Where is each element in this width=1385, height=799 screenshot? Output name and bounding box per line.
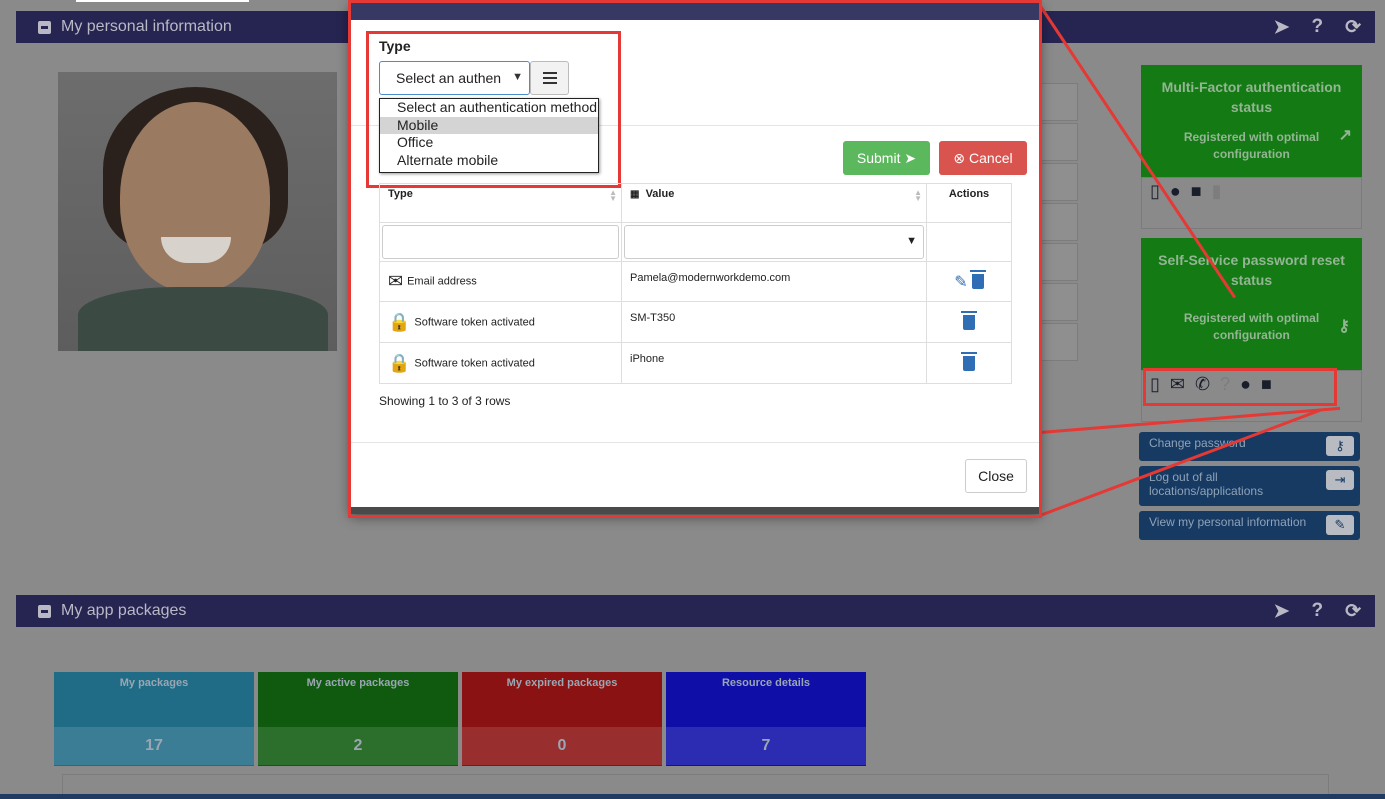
package-tile[interactable]: My expired packages 0: [462, 672, 662, 766]
col-header-value[interactable]: ▦ Value ▲ ▼: [621, 183, 927, 223]
sort-icon: ▲ ▼: [914, 188, 922, 203]
grid-icon: ▦: [630, 189, 640, 200]
help-icon[interactable]: ?: [1311, 16, 1323, 38]
chevron-down-icon: ▼: [906, 235, 917, 247]
email-icon: ✉: [388, 271, 404, 291]
sort-icon: ▲ ▼: [609, 188, 617, 203]
send-icon[interactable]: ➤: [1274, 600, 1290, 623]
edit-icon: ✎: [1326, 515, 1354, 535]
delete-icon[interactable]: [961, 351, 977, 371]
tile-value: 0: [462, 727, 662, 765]
form-field: [1040, 83, 1078, 121]
package-tile[interactable]: My packages 17: [54, 672, 254, 766]
collapse-icon[interactable]: [38, 20, 51, 34]
app-packages-panel-header[interactable]: My app packages ➤ ? ⟳: [16, 595, 1375, 627]
tile-label: My active packages: [306, 677, 410, 689]
chevron-down-icon: ▼: [512, 71, 523, 83]
dropdown-option[interactable]: Office: [380, 134, 598, 152]
tile-value: 2: [258, 727, 458, 765]
mfa-card-status: Registered with optimal configuration: [1183, 130, 1320, 161]
panel-title: My app packages: [61, 602, 187, 619]
profile-photo: [58, 72, 337, 351]
row-type: Software token activated: [414, 315, 535, 328]
usb-key-icon: ▮: [1211, 181, 1222, 201]
package-tile[interactable]: My active packages 2: [258, 672, 458, 766]
auth-methods-table: Type ▲ ▼ ▦ Value ▲ ▼ Actions ▼ ✉ Email addres…: [379, 183, 1012, 384]
refresh-icon[interactable]: ⟳: [1345, 600, 1361, 623]
cancel-circle-icon: ⊗: [953, 149, 966, 166]
sspr-icons-highlight: [1143, 368, 1337, 406]
auth-method-select[interactable]: Select an authen ▼: [379, 61, 530, 95]
form-field: [1040, 163, 1078, 201]
submit-button[interactable]: Submit ➤: [843, 141, 930, 175]
table-row: 🔒 Software token activated SM-T350: [379, 301, 1012, 343]
lock-icon: ■: [1190, 181, 1202, 201]
external-link-icon[interactable]: ↗: [1339, 125, 1352, 145]
form-field: [1040, 123, 1078, 161]
sspr-status-card[interactable]: Self-Service password reset status Regis…: [1141, 238, 1362, 370]
dropdown-option[interactable]: Alternate mobile: [380, 152, 598, 170]
sspr-card-title: Self-Service password reset status: [1158, 252, 1345, 288]
tile-value: 17: [54, 727, 254, 765]
list-icon: [542, 72, 557, 84]
close-button[interactable]: Close: [965, 459, 1027, 493]
row-value: SM-T350: [630, 312, 676, 324]
key-icon: ⚷: [1338, 318, 1350, 335]
sign-out-icon: ⇥: [1326, 470, 1354, 490]
mfa-card-title: Multi-Factor authentication status: [1161, 79, 1342, 115]
close-label: Close: [978, 468, 1014, 484]
help-icon[interactable]: ?: [1311, 600, 1323, 622]
edit-icon[interactable]: ✎: [954, 272, 967, 292]
auth-method-dropdown: Select an authentication method Mobile O…: [379, 98, 599, 173]
tile-label: My expired packages: [506, 677, 618, 689]
send-icon: ➤: [904, 149, 917, 166]
view-info-button[interactable]: View my personal information ✎: [1139, 511, 1360, 540]
form-field: [1040, 203, 1078, 241]
type-filter-input[interactable]: [382, 225, 619, 259]
token-lock-icon: 🔒: [388, 352, 411, 373]
form-field: [1040, 323, 1078, 361]
row-value: Pamela@modernworkdemo.com: [630, 272, 791, 284]
sspr-card-status: Registered with optimal configuration: [1183, 311, 1320, 342]
token-lock-icon: 🔒: [388, 311, 411, 332]
list-button[interactable]: [530, 61, 569, 95]
cancel-button[interactable]: ⊗ Cancel: [939, 141, 1027, 175]
row-value: iPhone: [630, 353, 665, 365]
package-tile[interactable]: Resource details 7: [666, 672, 866, 766]
dropdown-option[interactable]: Select an authentication method: [380, 99, 598, 117]
form-field: [1040, 283, 1078, 321]
tile-label: My packages: [119, 677, 189, 689]
type-label: Type: [379, 38, 411, 54]
row-type: Email address: [407, 275, 477, 288]
top-tab-strip: [76, 0, 249, 2]
refresh-icon[interactable]: ⟳: [1345, 16, 1361, 39]
send-icon[interactable]: ➤: [1274, 16, 1290, 39]
tile-value: 7: [666, 727, 866, 765]
table-row: ✉ Email address Pamela@modernworkdemo.com…: [379, 261, 1012, 302]
row-type: Software token activated: [414, 356, 535, 369]
delete-icon[interactable]: [961, 310, 977, 330]
dropdown-option-highlighted[interactable]: Mobile: [380, 116, 598, 134]
table-footer-text: Showing 1 to 3 of 3 rows: [379, 394, 511, 408]
submit-label: Submit: [856, 150, 901, 166]
col-header-type[interactable]: Type ▲ ▼: [379, 183, 622, 223]
logout-all-button[interactable]: Log out of all locations/applications ⇥: [1139, 466, 1360, 506]
key-icon: ⚷: [1326, 436, 1354, 456]
tile-label: Resource details: [721, 677, 811, 689]
view-info-label: View my personal information: [1149, 515, 1307, 529]
col-header-actions: Actions: [926, 183, 1012, 223]
logout-all-label: Log out of all locations/applications: [1149, 470, 1264, 498]
mobile-icon: ▯: [1150, 181, 1160, 201]
cancel-label: Cancel: [969, 150, 1013, 166]
mfa-status-card[interactable]: Multi-Factor authentication status Regis…: [1141, 65, 1362, 177]
table-row: 🔒 Software token activated iPhone: [379, 342, 1012, 384]
value-filter-select[interactable]: ▼: [624, 225, 924, 259]
form-field: [1040, 243, 1078, 281]
delete-icon[interactable]: [969, 270, 986, 289]
collapse-icon[interactable]: [38, 604, 51, 618]
bottom-bar: [0, 794, 1385, 799]
panel-title: My personal information: [61, 18, 232, 35]
select-value: Select an authen: [396, 70, 502, 86]
